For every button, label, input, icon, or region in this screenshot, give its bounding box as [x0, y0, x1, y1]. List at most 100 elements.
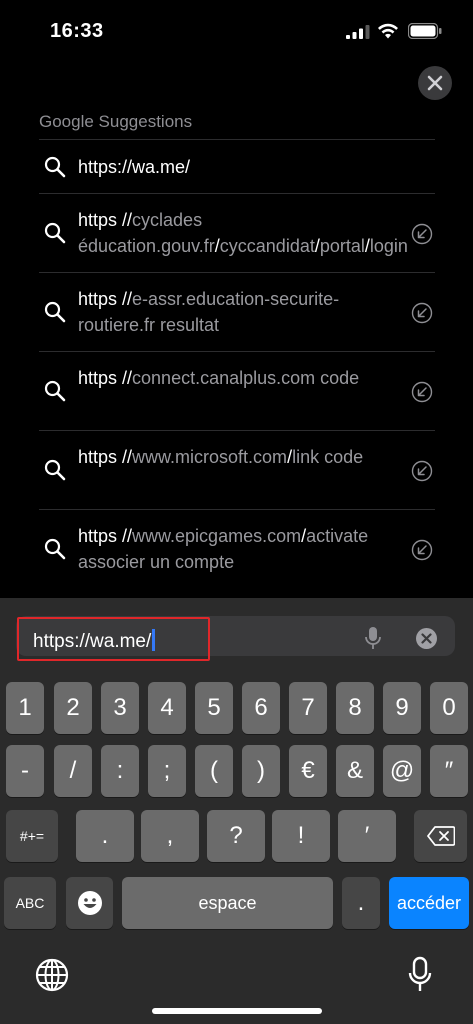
suggestion-text-part: https //	[78, 447, 133, 467]
fill-search-arrow-icon[interactable]	[411, 223, 433, 245]
suggestion-text: https //cyclades éducation.gouv.fr/cycca…	[78, 207, 408, 259]
key-symbol-1-label: /	[69, 757, 77, 784]
key-symbol-9[interactable]: ″	[430, 745, 468, 797]
key-punct-1[interactable]: ,	[141, 810, 199, 862]
close-button[interactable]	[418, 66, 452, 100]
suggestion-text-part: login	[369, 236, 408, 256]
key-symbol-2-label: :	[116, 757, 124, 784]
fill-search-arrow-icon[interactable]	[411, 302, 433, 324]
search-icon	[44, 222, 66, 244]
dictation-microphone-icon[interactable]	[408, 956, 432, 994]
abc-key[interactable]: ABC	[4, 877, 56, 929]
search-icon	[44, 156, 66, 178]
key-1-label: 2	[66, 694, 80, 721]
key-punct-0[interactable]: .	[76, 810, 134, 862]
search-icon	[44, 301, 66, 323]
key-3[interactable]: 4	[148, 682, 186, 734]
key-0[interactable]: 1	[6, 682, 44, 734]
close-icon	[427, 75, 443, 91]
key-symbol-4-label: (	[210, 757, 218, 784]
emoji-icon	[77, 891, 102, 915]
key-2[interactable]: 3	[101, 682, 139, 734]
key-8[interactable]: 9	[383, 682, 421, 734]
status-bar: 16:33	[0, 0, 473, 60]
go-key[interactable]: accéder	[389, 877, 469, 929]
key-symbol-0-label: -	[21, 757, 29, 784]
delete-key[interactable]	[414, 810, 467, 862]
suggestion-item[interactable]: https://wa.me/	[39, 139, 435, 193]
key-9[interactable]: 0	[430, 682, 468, 734]
suggestion-item[interactable]: https //connect.canalplus.com code	[39, 351, 435, 430]
cellular-signal-icon	[346, 25, 370, 39]
wifi-icon	[378, 23, 398, 39]
key-1[interactable]: 2	[54, 682, 92, 734]
go-key-label: accéder	[396, 892, 462, 913]
suggestion-item[interactable]: https //e-assr.education-securite-routie…	[39, 272, 435, 351]
url-value: https://wa.me/	[33, 631, 152, 652]
key-symbol-0[interactable]: -	[6, 745, 44, 797]
key-symbol-7[interactable]: &	[336, 745, 374, 797]
key-symbol-8[interactable]: @	[383, 745, 421, 797]
key-punct-2-label: ?	[229, 822, 243, 849]
key-symbol-4[interactable]: (	[195, 745, 233, 797]
suggestion-text: https //connect.canalplus.com code	[78, 365, 403, 391]
suggestion-text: https //e-assr.education-securite-routie…	[78, 286, 403, 338]
suggestion-item[interactable]: https //cyclades éducation.gouv.fr/cycca…	[39, 193, 435, 272]
key-symbol-5-label: )	[257, 757, 265, 784]
key-more-symbols[interactable]: #+=	[6, 810, 58, 862]
space-key-label: espace	[198, 892, 257, 913]
key-punct-2[interactable]: ?	[207, 810, 265, 862]
suggestion-text-part: link code	[292, 447, 364, 467]
suggestion-text-part: https //	[78, 210, 133, 230]
key-5[interactable]: 6	[242, 682, 280, 734]
key-punct-1-label: ,	[166, 822, 174, 849]
period-key[interactable]: .	[342, 877, 380, 929]
key-4[interactable]: 5	[195, 682, 233, 734]
abc-key-label: ABC	[15, 895, 45, 911]
key-punct-3[interactable]: !	[272, 810, 330, 862]
key-5-label: 6	[254, 694, 268, 721]
key-symbol-5[interactable]: )	[242, 745, 280, 797]
key-symbol-2[interactable]: :	[101, 745, 139, 797]
emoji-key[interactable]	[66, 877, 113, 929]
status-time: 16:33	[50, 20, 104, 42]
clear-text-icon[interactable]	[416, 628, 437, 649]
suggestion-text: https //www.microsoft.com/link code	[78, 444, 403, 470]
url-input[interactable]: https://wa.me/	[33, 629, 156, 653]
fill-search-arrow-icon[interactable]	[411, 460, 433, 482]
key-2-label: 3	[113, 694, 127, 721]
suggestion-text-part: connect.canalplus.com code	[132, 368, 360, 388]
suggestion-text-part: https //	[78, 289, 133, 309]
backspace-icon	[426, 826, 455, 846]
key-symbol-7-label: &	[346, 757, 363, 784]
key-punct-3-label: !	[297, 822, 305, 849]
key-symbol-1[interactable]: /	[54, 745, 92, 797]
home-indicator	[152, 1008, 322, 1014]
key-punct-4-label: ′	[364, 822, 370, 849]
fill-search-arrow-icon[interactable]	[411, 381, 433, 403]
key-more-symbols-label: #+=	[19, 828, 45, 844]
key-symbol-6-label: €	[301, 757, 315, 784]
key-symbol-3[interactable]: ;	[148, 745, 186, 797]
key-8-label: 9	[395, 694, 409, 721]
key-6[interactable]: 7	[289, 682, 327, 734]
key-symbol-9-label: ″	[444, 757, 454, 784]
globe-icon[interactable]	[35, 958, 69, 992]
microphone-icon[interactable]	[364, 626, 382, 650]
suggestion-text: https //www.epicgames.com/activate assoc…	[78, 523, 403, 575]
key-symbol-8-label: @	[389, 757, 415, 784]
key-symbol-6[interactable]: €	[289, 745, 327, 797]
key-7[interactable]: 8	[336, 682, 374, 734]
key-0-label: 1	[18, 694, 32, 721]
suggestion-text-part: cyccandidat	[219, 236, 315, 256]
fill-search-arrow-icon[interactable]	[411, 539, 433, 561]
key-6-label: 7	[301, 694, 315, 721]
key-4-label: 5	[207, 694, 221, 721]
key-7-label: 8	[348, 694, 362, 721]
search-icon	[44, 459, 66, 481]
key-punct-4[interactable]: ′	[338, 810, 396, 862]
space-key[interactable]: espace	[122, 877, 333, 929]
suggestion-list: https://wa.me/ https //cyclades éducatio…	[39, 139, 435, 588]
suggestion-item[interactable]: https //www.microsoft.com/link code	[39, 430, 435, 509]
suggestion-item[interactable]: https //www.epicgames.com/activate assoc…	[39, 509, 435, 588]
